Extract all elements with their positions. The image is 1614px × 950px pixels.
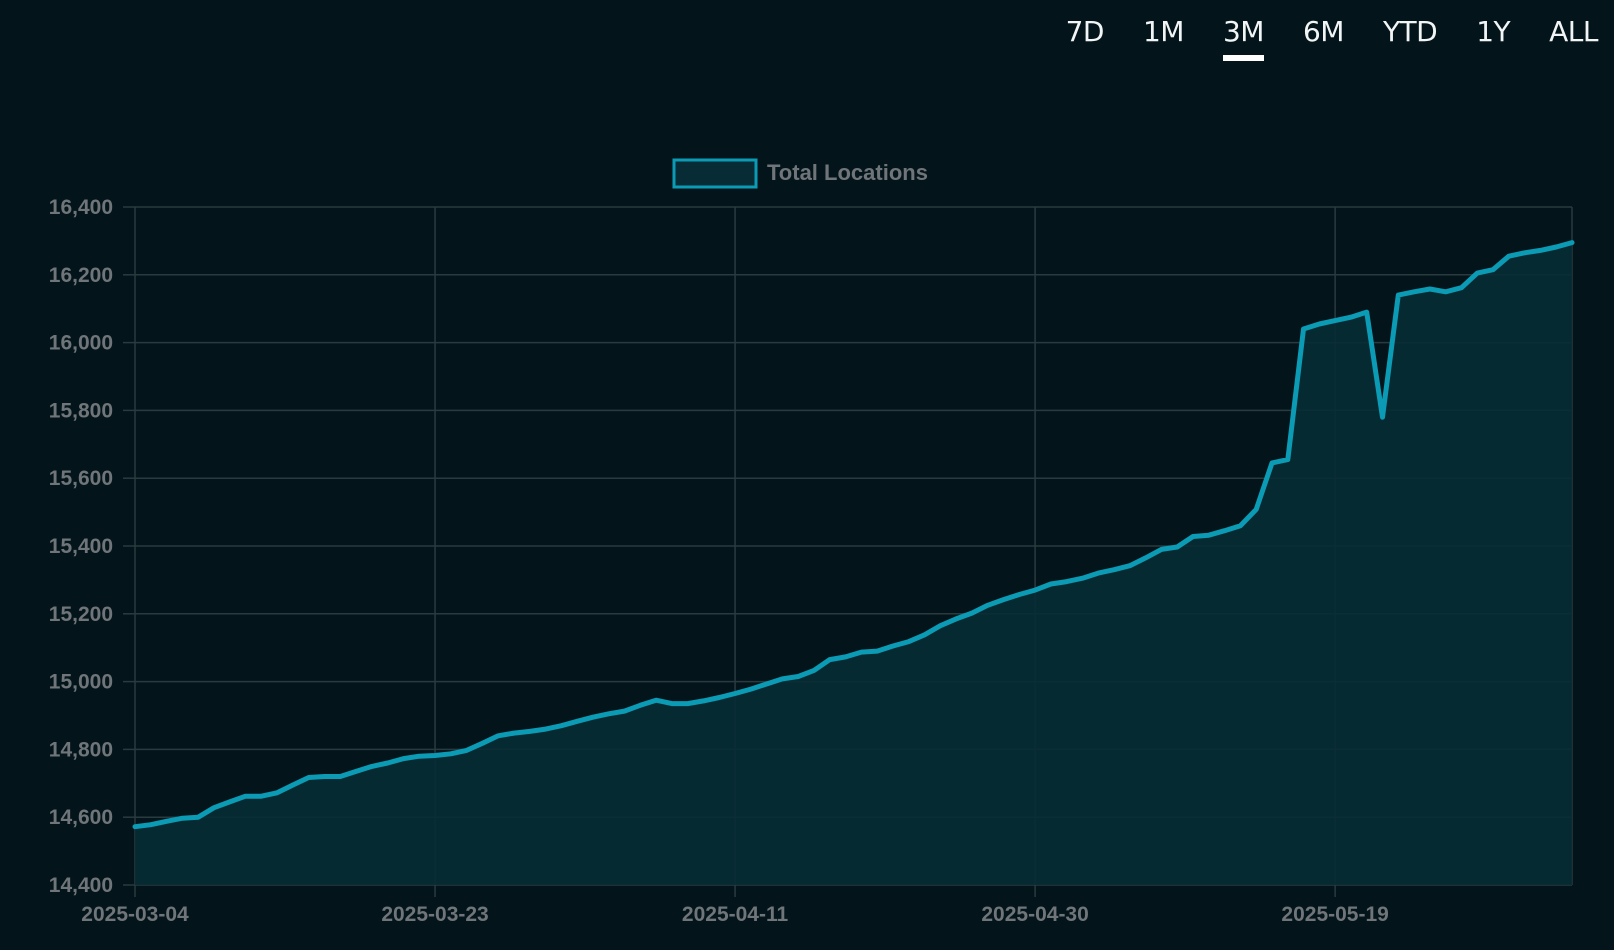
total-locations-chart: Total Locations 14,400 14,600 14,800 15,000…: [49, 158, 1575, 926]
y-tick-label: 14,600: [49, 806, 113, 829]
series-area-fill: [135, 242, 1572, 886]
legend-swatch: [672, 158, 758, 189]
chart-legend[interactable]: Total Locations: [672, 158, 928, 189]
x-tick-label: 2025-05-19: [1281, 903, 1388, 926]
x-tick-label: 2025-03-04: [81, 903, 189, 926]
y-tick-label: 15,400: [49, 535, 113, 558]
x-tick-label: 2025-04-30: [981, 903, 1088, 926]
y-tick-label: 15,800: [49, 399, 113, 422]
y-tick-label: 15,000: [49, 671, 113, 694]
plot-area: [132, 240, 1575, 886]
legend-label: Total Locations: [767, 160, 928, 185]
y-tick-label: 15,600: [49, 467, 113, 490]
y-tick-label: 14,800: [49, 738, 113, 761]
x-tick-label: 2025-04-11: [682, 903, 789, 926]
y-tick-label: 16,200: [49, 264, 113, 287]
x-tick-label: 2025-03-23: [381, 903, 488, 926]
y-tick-label: 15,200: [49, 603, 113, 626]
y-tick-label: 16,400: [49, 196, 113, 219]
y-tick-label: 16,000: [49, 332, 113, 355]
y-tick-label: 14,400: [49, 874, 113, 897]
